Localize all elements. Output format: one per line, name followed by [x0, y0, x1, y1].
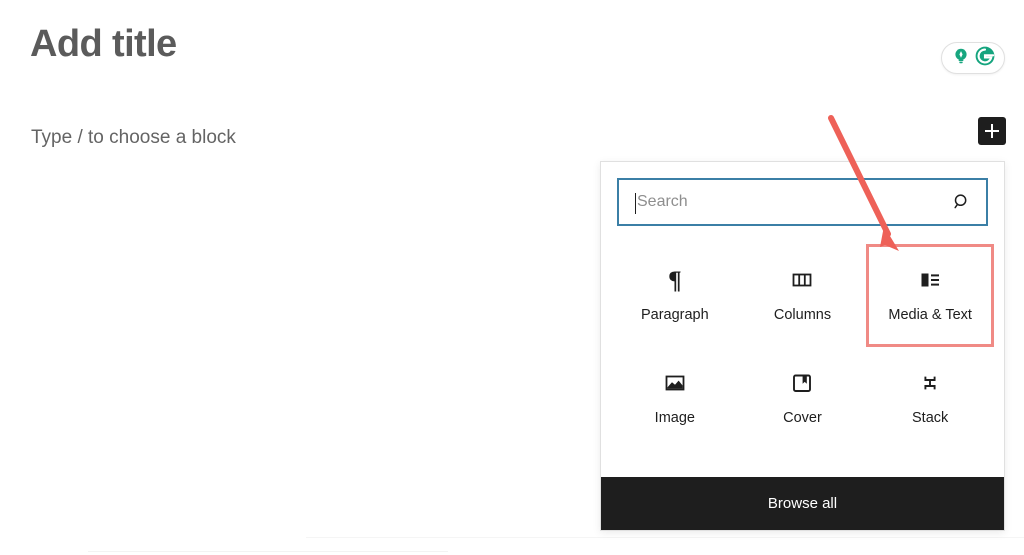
- block-item-columns[interactable]: Columns: [739, 244, 867, 347]
- search-field-wrapper[interactable]: Search: [617, 178, 988, 226]
- text-caret: [635, 193, 636, 214]
- block-label: Image: [655, 411, 695, 426]
- media-text-icon: [918, 268, 942, 292]
- paragraph-icon: ¶: [663, 268, 687, 292]
- block-label: Paragraph: [641, 308, 709, 323]
- post-title-placeholder[interactable]: Add title: [30, 20, 177, 69]
- add-block-button[interactable]: [978, 117, 1006, 145]
- block-label: Cover: [783, 411, 822, 426]
- image-icon: [663, 371, 687, 395]
- block-inserter-popover: Search ¶ Paragraph: [600, 161, 1005, 531]
- page-divider: [88, 551, 448, 552]
- columns-icon: [790, 268, 814, 292]
- cover-icon: [790, 371, 814, 395]
- empty-block-prompt[interactable]: Type / to choose a block: [31, 124, 236, 153]
- block-label: Columns: [774, 308, 831, 323]
- block-item-paragraph[interactable]: ¶ Paragraph: [611, 244, 739, 347]
- block-label: Stack: [912, 411, 948, 426]
- page-divider-secondary: [306, 537, 1024, 538]
- block-item-stack[interactable]: Stack: [866, 347, 994, 450]
- block-item-cover[interactable]: Cover: [739, 347, 867, 450]
- lightbulb-icon[interactable]: [951, 46, 971, 71]
- writing-assistant-widget[interactable]: [941, 42, 1005, 74]
- grammarly-g-icon[interactable]: [974, 45, 996, 72]
- browse-all-button[interactable]: Browse all: [601, 477, 1004, 530]
- block-item-media-text[interactable]: Media & Text: [866, 244, 994, 347]
- plus-icon-vertical: [991, 124, 993, 138]
- block-label: Media & Text: [888, 308, 972, 323]
- inserter-search-area: Search: [601, 162, 1004, 238]
- editor-canvas: Add title Type / to choose a block: [0, 0, 1024, 555]
- search-input[interactable]: Search: [637, 193, 688, 211]
- block-item-image[interactable]: Image: [611, 347, 739, 450]
- stack-icon: [918, 371, 942, 395]
- block-type-grid: ¶ Paragraph Columns: [601, 238, 1004, 477]
- search-icon: [950, 190, 974, 214]
